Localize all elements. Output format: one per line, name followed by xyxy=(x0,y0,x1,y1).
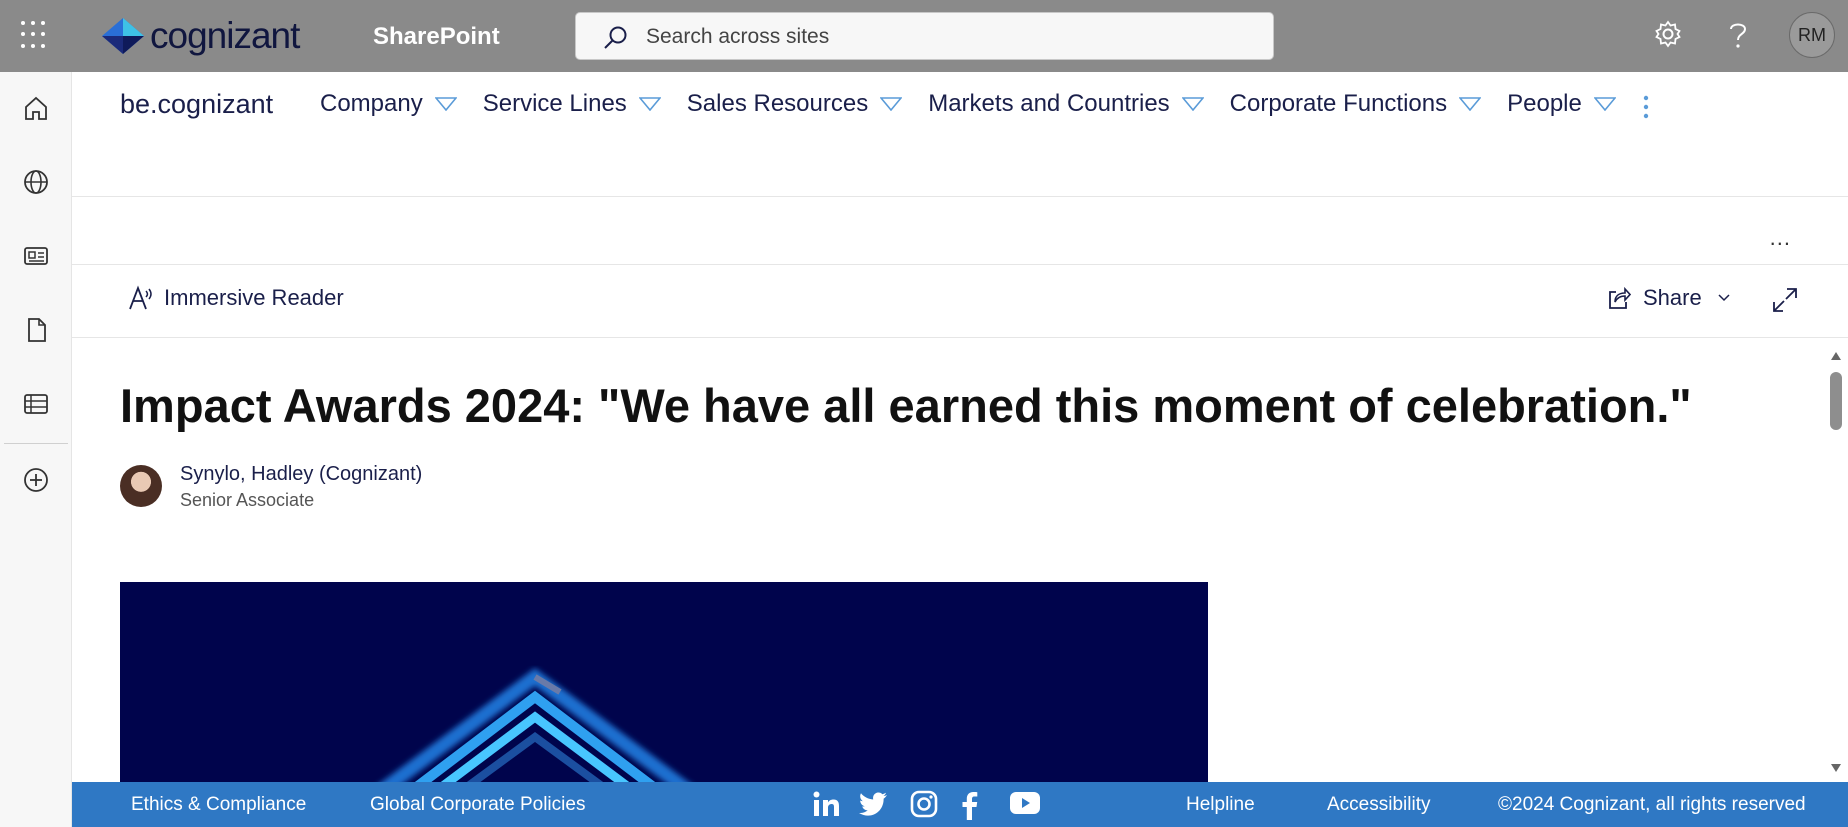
scroll-up-icon[interactable] xyxy=(1830,351,1842,361)
footer-link-policies[interactable]: Global Corporate Policies xyxy=(370,794,585,816)
search-box[interactable] xyxy=(575,12,1274,60)
left-rail xyxy=(0,72,72,827)
page-command-bar: ... xyxy=(72,197,1848,265)
author-info: Synylo, Hadley (Cognizant) Senior Associ… xyxy=(180,463,422,511)
nav-item-company[interactable]: Company xyxy=(320,90,457,118)
nav-item-label: People xyxy=(1507,90,1582,117)
share-icon xyxy=(1609,286,1631,309)
globe-icon[interactable] xyxy=(22,168,50,196)
article-content: Impact Awards 2024: "We have all earned … xyxy=(72,338,1822,782)
linkedin-icon[interactable] xyxy=(812,790,842,818)
youtube-icon[interactable] xyxy=(1009,790,1041,816)
instagram-icon[interactable] xyxy=(910,790,938,818)
vertical-scrollbar[interactable] xyxy=(1822,345,1848,782)
file-icon[interactable] xyxy=(22,316,50,344)
search-input[interactable] xyxy=(646,23,1246,51)
home-icon[interactable] xyxy=(22,94,50,122)
immersive-reader-icon xyxy=(129,285,152,310)
news-icon[interactable] xyxy=(22,242,50,270)
hero-graphic xyxy=(381,668,689,782)
nav-item-label: Corporate Functions xyxy=(1229,90,1448,117)
facebook-icon[interactable] xyxy=(958,790,980,820)
share-label: Share xyxy=(1643,285,1702,310)
more-options-button[interactable]: ... xyxy=(1770,225,1791,251)
sharepoint-title[interactable]: SharePoint xyxy=(373,23,500,51)
nav-item-sales-resources[interactable]: Sales Resources xyxy=(686,90,903,118)
author-avatar[interactable] xyxy=(120,465,162,507)
hub-navigation: be.cognizant Company Service Lines Sales… xyxy=(72,72,1848,197)
chevron-down-icon xyxy=(1718,294,1730,302)
logo-text: cognizant xyxy=(150,15,300,56)
article-command-bar: Immersive Reader Share xyxy=(72,265,1848,338)
nav-item-label: Service Lines xyxy=(482,90,627,117)
rail-divider xyxy=(4,443,68,444)
hub-nav-items: Company Service Lines Sales Resources Ma… xyxy=(320,90,1642,118)
app-launcher-icon[interactable] xyxy=(21,21,49,49)
list-icon[interactable] xyxy=(22,390,50,418)
more-vertical-icon[interactable] xyxy=(1642,94,1650,120)
chevron-down-icon xyxy=(1593,97,1616,111)
share-button[interactable]: Share xyxy=(1607,285,1742,311)
expand-icon[interactable] xyxy=(1772,287,1798,313)
user-avatar[interactable]: RM xyxy=(1789,12,1835,58)
chevron-down-icon xyxy=(1459,97,1482,111)
nav-item-service-lines[interactable]: Service Lines xyxy=(483,90,661,118)
nav-item-label: Sales Resources xyxy=(686,90,869,117)
author-byline: Synylo, Hadley (Cognizant) Senior Associ… xyxy=(120,463,422,511)
author-name[interactable]: Synylo, Hadley (Cognizant) xyxy=(180,463,422,486)
footer-copyright: ©2024 Cognizant, all rights reserved xyxy=(1498,794,1806,815)
footer: Ethics & Compliance Global Corporate Pol… xyxy=(72,782,1848,827)
twitter-icon[interactable] xyxy=(857,790,889,818)
search-icon xyxy=(604,26,627,49)
chevron-down-icon xyxy=(638,97,661,111)
footer-link-accessibility[interactable]: Accessibility xyxy=(1327,794,1430,816)
chevron-down-icon xyxy=(434,97,457,111)
nav-item-label: Markets and Countries xyxy=(928,90,1170,117)
scrollbar-thumb[interactable] xyxy=(1830,372,1842,430)
nav-item-markets-and-countries[interactable]: Markets and Countries xyxy=(928,90,1204,118)
chevron-down-icon xyxy=(880,97,903,111)
nav-item-people[interactable]: People xyxy=(1507,90,1616,118)
help-icon[interactable] xyxy=(1726,20,1750,50)
scroll-down-icon[interactable] xyxy=(1830,763,1842,773)
nav-item-label: Company xyxy=(320,90,423,117)
nav-item-corporate-functions[interactable]: Corporate Functions xyxy=(1229,90,1482,118)
settings-icon[interactable] xyxy=(1654,20,1682,48)
hero-image xyxy=(120,582,1208,782)
chevron-down-icon xyxy=(1181,97,1204,111)
cognizant-logo[interactable]: cognizant xyxy=(100,14,300,58)
article-title: Impact Awards 2024: "We have all earned … xyxy=(120,379,1692,432)
footer-link-helpline[interactable]: Helpline xyxy=(1186,794,1255,816)
immersive-reader-button[interactable]: Immersive Reader xyxy=(128,285,344,311)
immersive-reader-label: Immersive Reader xyxy=(164,285,344,310)
cognizant-logo-mark xyxy=(102,18,144,54)
add-icon[interactable] xyxy=(22,466,50,494)
author-role: Senior Associate xyxy=(180,490,315,510)
suite-bar: cognizant SharePoint RM xyxy=(0,0,1848,72)
site-name[interactable]: be.cognizant xyxy=(120,89,273,120)
footer-link-ethics[interactable]: Ethics & Compliance xyxy=(131,794,306,816)
